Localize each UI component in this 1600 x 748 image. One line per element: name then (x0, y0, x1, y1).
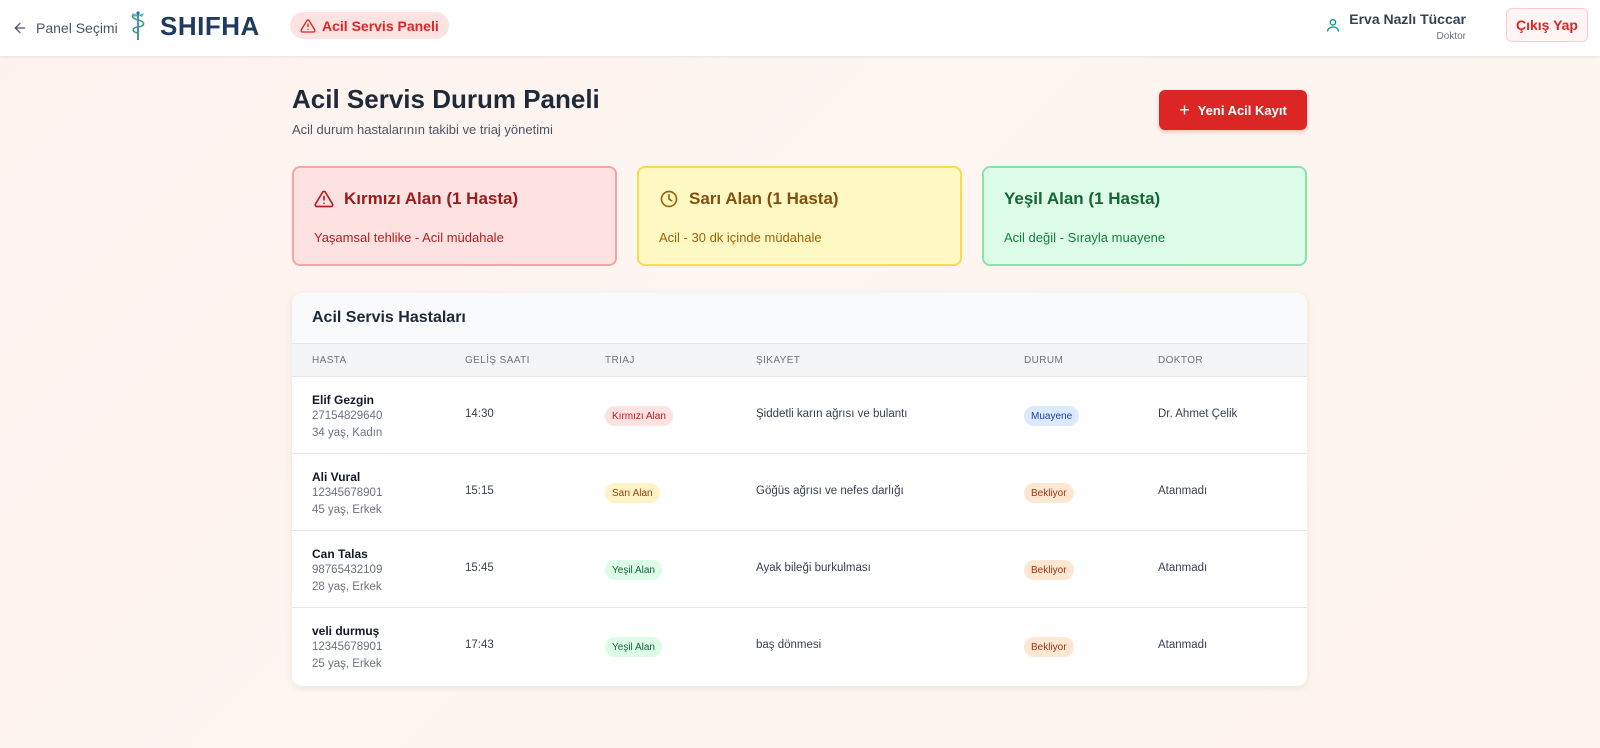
green-zone-title: Yeşil Alan (1 Hasta) (1004, 188, 1285, 210)
complaint: baş dönmesi (756, 639, 822, 651)
emergency-panel-badge: Acil Servis Paneli (290, 12, 449, 39)
complaint: Şiddetli karın ağrısı ve bulantı (756, 408, 908, 420)
triage-badge: Sarı Alan (605, 483, 660, 503)
arrival-time: 14:30 (465, 408, 494, 420)
table-row[interactable]: Can Talas 98765432109 28 yaş, Erkek 15:4… (292, 531, 1307, 608)
brand-name: SHIFHA (160, 10, 260, 41)
status-badge: Bekliyor (1024, 560, 1074, 580)
page-title: Acil Servis Durum Paneli (292, 84, 600, 114)
complaint: Ayak bileği burkulması (756, 562, 871, 574)
status-badge: Bekliyor (1024, 637, 1074, 657)
green-zone-title-text: Yeşil Alan (1 Hasta) (1004, 189, 1161, 208)
user-role: Doktor (1436, 31, 1466, 42)
warning-triangle-icon (300, 18, 316, 33)
user-text: Erva Nazlı Tüccar Doktor (1349, 10, 1466, 44)
user-name: Erva Nazlı Tüccar (1349, 11, 1466, 27)
patient-info: 28 yaş, Erkek (312, 581, 382, 593)
top-navigation-bar: Panel Seçimi SHIFHA Acil Servis Paneli E… (0, 0, 1600, 56)
patient-name: veli durmuş (312, 624, 380, 638)
red-zone-title-text: Kırmızı Alan (1 Hasta) (344, 189, 519, 208)
patient-id: 12345678901 (312, 487, 383, 499)
plus-icon: + (1179, 100, 1190, 120)
panel-title: Acil Servis Hastaları (292, 293, 1307, 344)
table-row[interactable]: veli durmuş 12345678901 25 yaş, Erkek 17… (292, 608, 1307, 685)
triage-badge: Yeşil Alan (605, 637, 662, 657)
triage-badge: Yeşil Alan (605, 560, 662, 580)
table-row[interactable]: Ali Vural 12345678901 45 yaş, Erkek 15:1… (292, 454, 1307, 531)
complaint: Göğüs ağrısı ve nefes darlığı (756, 485, 904, 497)
new-button-label: Yeni Acil Kayıt (1197, 102, 1287, 118)
patient-info: 45 yaş, Erkek (312, 504, 382, 516)
red-zone-description: Yaşamsal tehlike - Acil müdahale (314, 230, 504, 245)
column-header-triage: TRIAJ (605, 355, 635, 366)
triage-badge: Kırmızı Alan (605, 406, 673, 426)
green-zone-description: Acil değil - Sırayla muayene (1004, 230, 1166, 245)
green-zone-card[interactable]: Yeşil Alan (1 Hasta) Acil değil - Sırayl… (982, 166, 1307, 266)
table-header: HASTA GELİŞ SAATI TRIAJ ŞIKAYET DURUM DO… (292, 344, 1307, 377)
new-emergency-record-button[interactable]: + Yeni Acil Kayıt (1159, 90, 1307, 130)
patient-name: Ali Vural (312, 470, 361, 484)
user-icon (1327, 19, 1340, 32)
column-header-arrival-time: GELİŞ SAATI (465, 355, 530, 366)
back-to-panel-selection-link[interactable]: Panel Seçimi (12, 14, 118, 42)
logout-button[interactable]: Çıkış Yap (1506, 8, 1588, 42)
yellow-zone-card[interactable]: Sarı Alan (1 Hasta) Acil - 30 dk içinde … (637, 166, 962, 266)
red-zone-card[interactable]: Kırmızı Alan (1 Hasta) Yaşamsal tehlike … (292, 166, 617, 266)
patient-id: 98765432109 (312, 564, 383, 576)
yellow-zone-description: Acil - 30 dk içinde müdahale (659, 230, 822, 245)
warning-triangle-icon (314, 190, 334, 208)
status-badge: Muayene (1024, 406, 1080, 426)
arrow-left-icon (14, 22, 26, 34)
arrival-time: 15:15 (465, 485, 494, 497)
red-zone-title: Kırmızı Alan (1 Hasta) (314, 188, 595, 210)
column-header-complaint: ŞIKAYET (756, 355, 801, 366)
status-badge: Bekliyor (1024, 483, 1074, 503)
patient-name: Elif Gezgin (312, 393, 375, 407)
patient-name: Can Talas (312, 547, 368, 561)
patient-id: 27154829640 (312, 410, 383, 422)
page-subtitle: Acil durum hastalarının takibi ve triaj … (292, 122, 553, 137)
assigned-doctor: Atanmadı (1158, 562, 1208, 574)
assigned-doctor: Dr. Ahmet Çelik (1158, 408, 1238, 420)
emergency-patients-panel: Acil Servis Hastaları HASTA GELİŞ SAATI … (292, 293, 1307, 686)
caduceus-logo-icon (131, 11, 145, 40)
assigned-doctor: Atanmadı (1158, 639, 1208, 651)
panel-badge-label: Acil Servis Paneli (322, 17, 439, 34)
arrival-time: 17:43 (465, 639, 494, 651)
user-profile[interactable]: Erva Nazlı Tüccar Doktor (1325, 10, 1466, 44)
back-label: Panel Seçimi (36, 20, 118, 36)
arrival-time: 15:45 (465, 562, 494, 574)
patient-id: 12345678901 (312, 641, 383, 653)
patient-info: 34 yaş, Kadın (312, 427, 383, 439)
assigned-doctor: Atanmadı (1158, 485, 1208, 497)
yellow-zone-title: Sarı Alan (1 Hasta) (659, 188, 940, 210)
brand-logo[interactable]: SHIFHA (128, 10, 260, 42)
column-header-patient: HASTA (312, 355, 347, 366)
patient-info: 25 yaş, Erkek (312, 658, 382, 670)
clock-icon (660, 190, 678, 208)
yellow-zone-title-text: Sarı Alan (1 Hasta) (689, 189, 839, 208)
column-header-doctor: DOKTOR (1158, 355, 1203, 366)
column-header-status: DURUM (1024, 355, 1064, 366)
table-row[interactable]: Elif Gezgin 27154829640 34 yaş, Kadın 14… (292, 377, 1307, 454)
